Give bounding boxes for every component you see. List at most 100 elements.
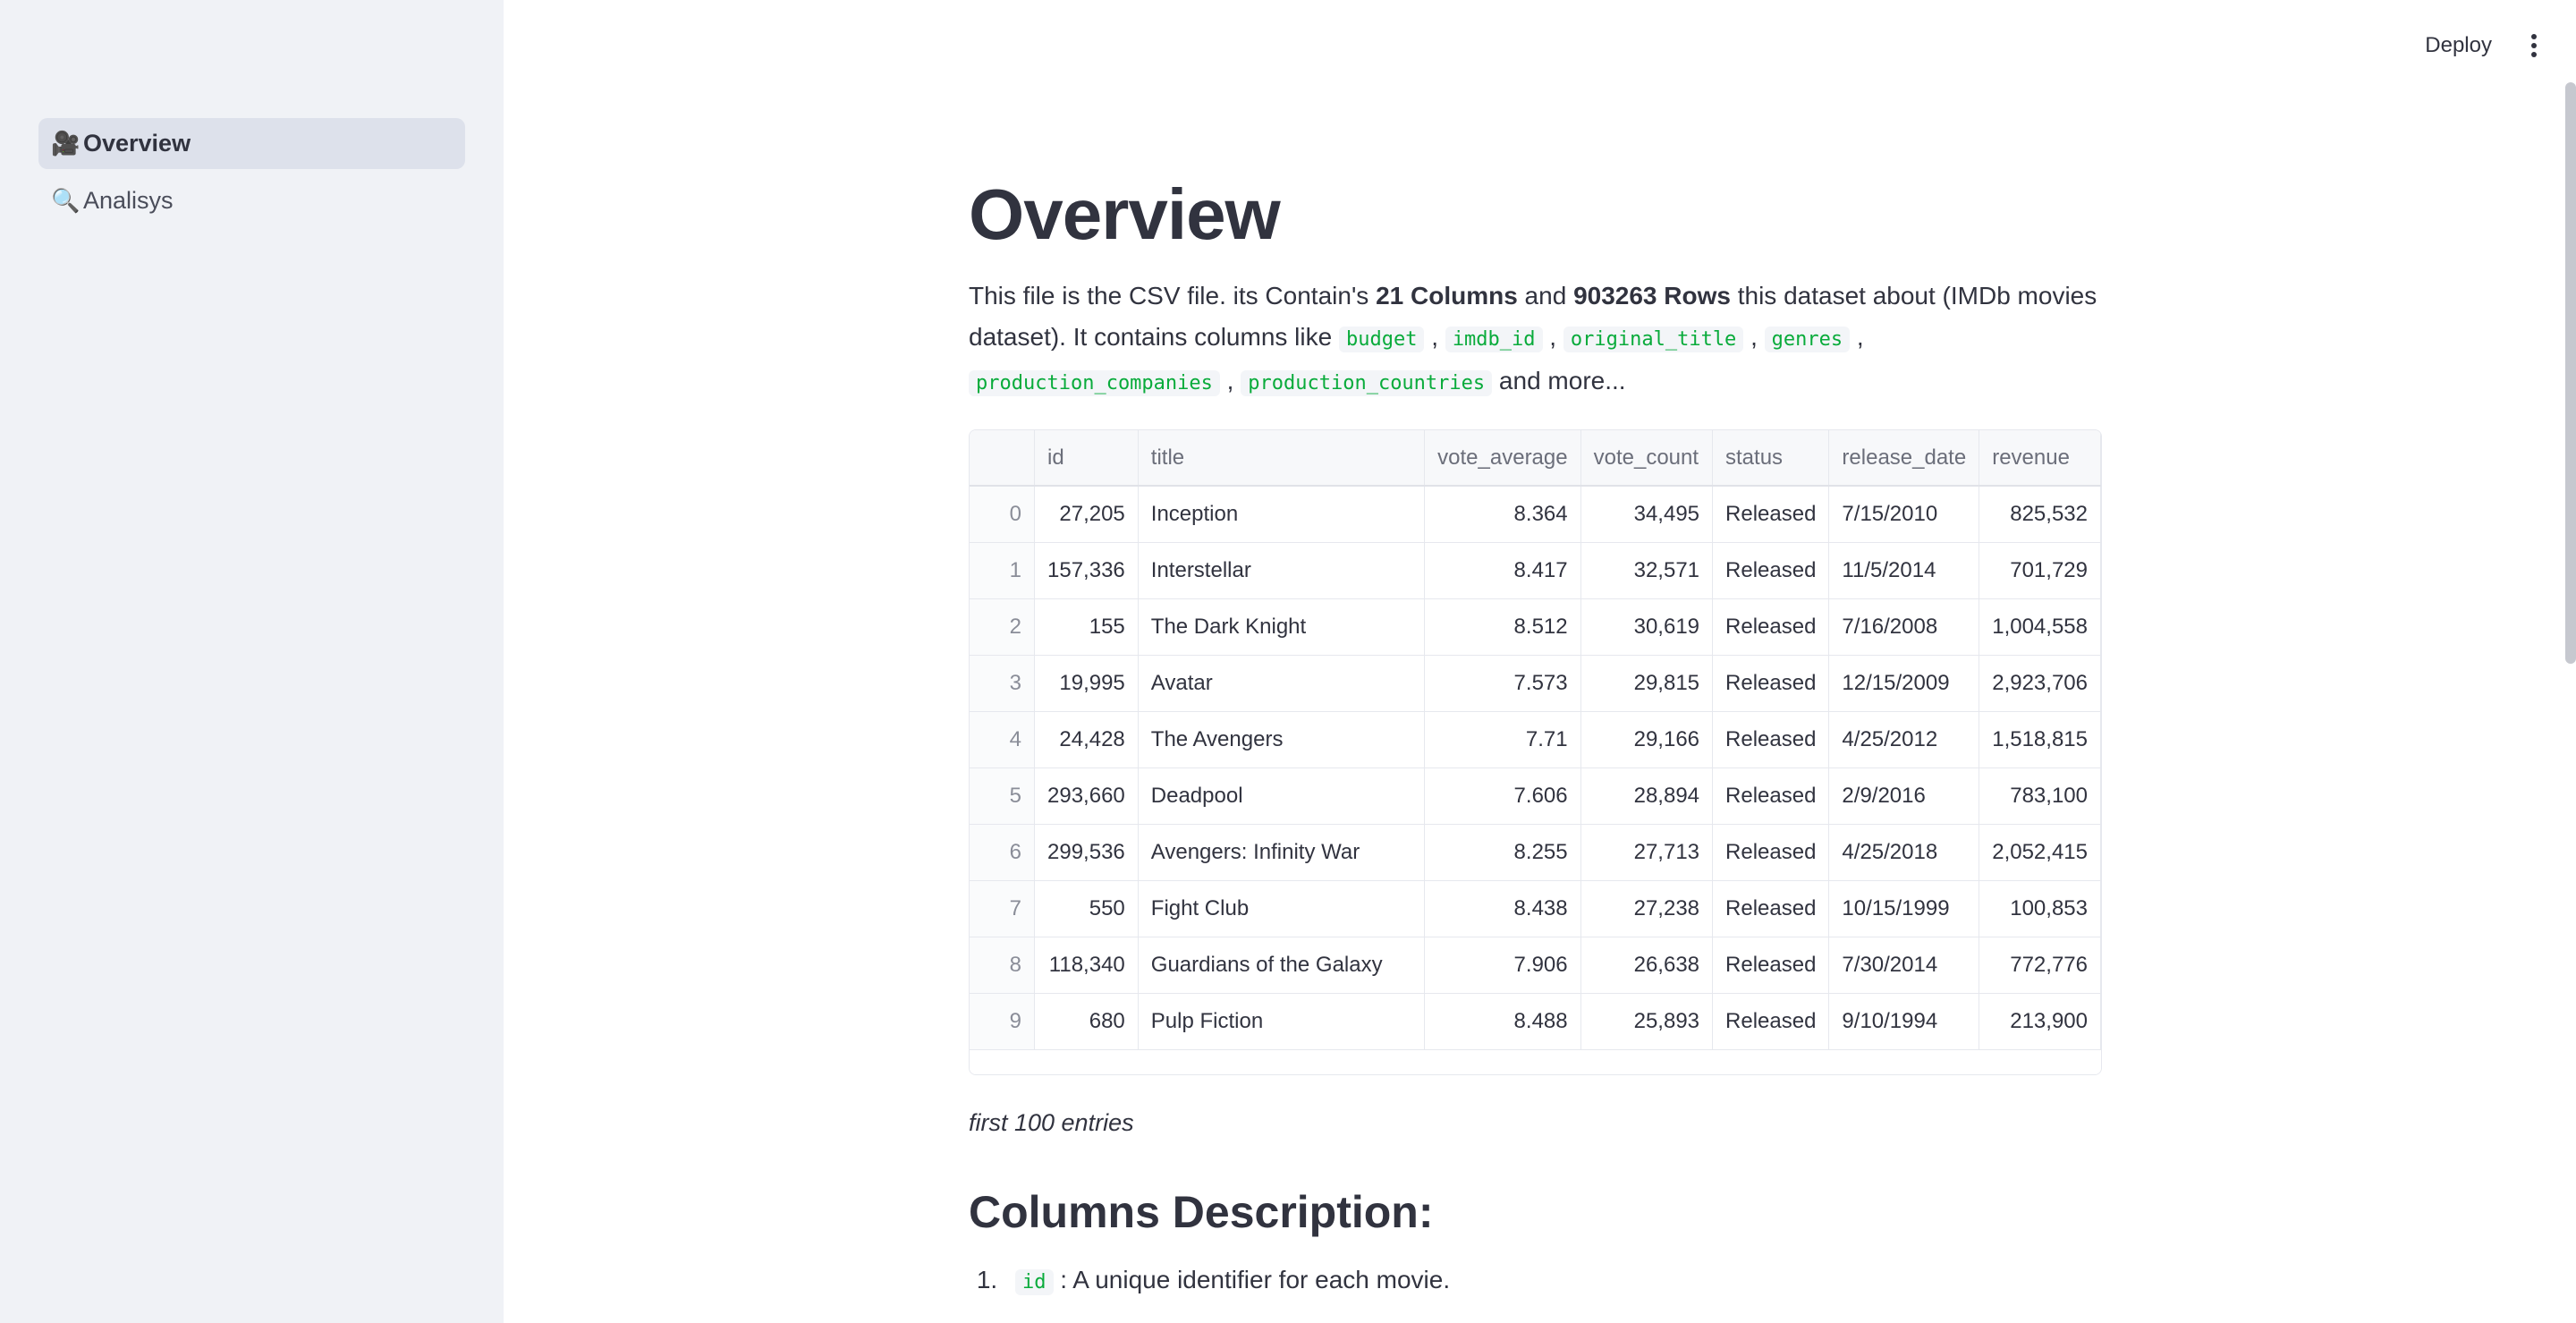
table-cell[interactable]: Fight Club — [1138, 880, 1426, 937]
table-row[interactable]: 7 550 Fight Club 8.438 27,238 Released 10/15/1… — [970, 880, 2101, 937]
table-header-release-date[interactable]: release_date — [1828, 430, 1980, 487]
table-cell[interactable]: 7.906 — [1424, 937, 1581, 994]
table-cell[interactable]: 4 — [970, 711, 1036, 768]
table-cell[interactable]: 8.512 — [1424, 598, 1581, 656]
table-header-id[interactable]: id — [1034, 430, 1139, 487]
table-cell[interactable]: 701,729 — [1979, 542, 2101, 599]
table-header-vote-count[interactable]: vote_count — [1580, 430, 1714, 487]
table-cell[interactable]: 1 — [970, 542, 1036, 599]
table-row[interactable]: 9 680 Pulp Fiction 8.488 25,893 Released 9/10/… — [970, 993, 2101, 1050]
table-cell[interactable]: 293,660 — [1034, 768, 1139, 825]
table-cell[interactable]: 3 — [970, 655, 1036, 712]
table-cell[interactable]: 8.438 — [1424, 880, 1581, 937]
table-cell[interactable]: 825,532 — [1979, 486, 2101, 543]
table-cell[interactable]: Avatar — [1138, 655, 1426, 712]
table-cell[interactable]: 8 — [970, 937, 1036, 994]
table-row[interactable]: 2 155 The Dark Knight 8.512 30,619 Released 7/… — [970, 598, 2101, 656]
table-cell[interactable]: Released — [1712, 542, 1830, 599]
table-cell[interactable]: 7 — [970, 880, 1036, 937]
table-row[interactable]: 0 27,205 Inception 8.364 34,495 Released 7/15/… — [970, 486, 2101, 543]
table-cell[interactable]: 1,004,558 — [1979, 598, 2101, 656]
table-cell[interactable]: 4/25/2012 — [1828, 711, 1980, 768]
table-cell[interactable]: Released — [1712, 768, 1830, 825]
table-cell[interactable]: 26,638 — [1580, 937, 1714, 994]
table-cell[interactable]: 772,776 — [1979, 937, 2101, 994]
table-cell[interactable]: 680 — [1034, 993, 1139, 1050]
table-cell[interactable]: 2 — [970, 598, 1036, 656]
table-cell[interactable]: 29,166 — [1580, 711, 1714, 768]
table-cell[interactable]: Interstellar — [1138, 542, 1426, 599]
table-cell[interactable]: 2,052,415 — [1979, 824, 2101, 881]
table-cell[interactable]: 2/9/2016 — [1828, 768, 1980, 825]
table-cell[interactable]: 32,571 — [1580, 542, 1714, 599]
table-cell[interactable]: 8.488 — [1424, 993, 1581, 1050]
table-header-revenue[interactable]: revenue — [1979, 430, 2101, 487]
table-cell[interactable]: 10/15/1999 — [1828, 880, 1980, 937]
table-cell[interactable]: 6 — [970, 824, 1036, 881]
table-cell[interactable]: Inception — [1138, 486, 1426, 543]
table-row[interactable]: 3 19,995 Avatar 7.573 29,815 Released 12/15/20… — [970, 655, 2101, 712]
table-cell[interactable]: 19,995 — [1034, 655, 1139, 712]
table-row[interactable]: 1 157,336 Interstellar 8.417 32,571 Released 1… — [970, 542, 2101, 599]
table-cell[interactable]: 8.417 — [1424, 542, 1581, 599]
table-cell[interactable]: 2,923,706 — [1979, 655, 2101, 712]
table-cell[interactable]: 27,713 — [1580, 824, 1714, 881]
table-cell[interactable]: 27,238 — [1580, 880, 1714, 937]
main-menu-icon[interactable] — [2528, 34, 2540, 57]
table-cell[interactable]: Guardians of the Galaxy — [1138, 937, 1426, 994]
table-header-index[interactable] — [970, 430, 1036, 487]
table-cell[interactable]: 550 — [1034, 880, 1139, 937]
table-cell[interactable]: 12/15/2009 — [1828, 655, 1980, 712]
table-header-status[interactable]: status — [1712, 430, 1830, 487]
table-cell[interactable]: 27,205 — [1034, 486, 1139, 543]
table-row[interactable]: 4 24,428 The Avengers 7.71 29,166 Released 4/2… — [970, 711, 2101, 768]
table-cell[interactable]: 11/5/2014 — [1828, 542, 1980, 599]
table-cell[interactable]: 0 — [970, 486, 1036, 543]
deploy-button[interactable]: Deploy — [2425, 33, 2492, 58]
table-cell[interactable]: Released — [1712, 880, 1830, 937]
table-row[interactable]: 8 118,340 Guardians of the Galaxy 7.906 26,6… — [970, 937, 2101, 994]
table-cell[interactable]: 7/30/2014 — [1828, 937, 1980, 994]
table-cell[interactable]: 100,853 — [1979, 880, 2101, 937]
table-cell[interactable]: The Dark Knight — [1138, 598, 1426, 656]
table-cell[interactable]: Released — [1712, 655, 1830, 712]
table-cell[interactable]: 4/25/2018 — [1828, 824, 1980, 881]
table-cell[interactable]: 25,893 — [1580, 993, 1714, 1050]
table-header-title[interactable]: title — [1138, 430, 1426, 487]
data-table[interactable]: id title vote_average vote_count status … — [969, 429, 2102, 1075]
table-cell[interactable]: 8.255 — [1424, 824, 1581, 881]
table-cell[interactable]: 157,336 — [1034, 542, 1139, 599]
table-cell[interactable]: 9/10/1994 — [1828, 993, 1980, 1050]
table-cell[interactable]: 213,900 — [1979, 993, 2101, 1050]
table-cell[interactable]: The Avengers — [1138, 711, 1426, 768]
table-cell[interactable]: 8.364 — [1424, 486, 1581, 543]
table-cell[interactable]: Released — [1712, 824, 1830, 881]
table-cell[interactable]: 28,894 — [1580, 768, 1714, 825]
table-cell[interactable]: Released — [1712, 711, 1830, 768]
table-cell[interactable]: Pulp Fiction — [1138, 993, 1426, 1050]
table-cell[interactable]: 9 — [970, 993, 1036, 1050]
table-row[interactable]: 5 293,660 Deadpool 7.606 28,894 Released 2/9/2… — [970, 768, 2101, 825]
table-cell[interactable]: 7/15/2010 — [1828, 486, 1980, 543]
table-cell[interactable]: 34,495 — [1580, 486, 1714, 543]
table-cell[interactable]: 155 — [1034, 598, 1139, 656]
table-cell[interactable]: Released — [1712, 486, 1830, 543]
table-cell[interactable]: Avengers: Infinity War — [1138, 824, 1426, 881]
table-row[interactable]: 6 299,536 Avengers: Infinity War 8.255 27,71… — [970, 824, 2101, 881]
table-cell[interactable]: Deadpool — [1138, 768, 1426, 825]
table-cell[interactable]: 7/16/2008 — [1828, 598, 1980, 656]
sidebar-item-overview[interactable]: 🎥 Overview — [38, 118, 465, 169]
table-header-vote-average[interactable]: vote_average — [1424, 430, 1581, 487]
table-cell[interactable]: 299,536 — [1034, 824, 1139, 881]
table-cell[interactable]: 30,619 — [1580, 598, 1714, 656]
table-cell[interactable]: 29,815 — [1580, 655, 1714, 712]
sidebar-item-analisys[interactable]: 🔍 Analisys — [38, 175, 465, 226]
table-cell[interactable]: 24,428 — [1034, 711, 1139, 768]
table-cell[interactable]: 5 — [970, 768, 1036, 825]
table-cell[interactable]: 7.606 — [1424, 768, 1581, 825]
page-scrollbar[interactable] — [2565, 82, 2576, 664]
table-cell[interactable]: 7.71 — [1424, 711, 1581, 768]
table-cell[interactable]: 7.573 — [1424, 655, 1581, 712]
table-cell[interactable]: Released — [1712, 937, 1830, 994]
table-cell[interactable]: 118,340 — [1034, 937, 1139, 994]
